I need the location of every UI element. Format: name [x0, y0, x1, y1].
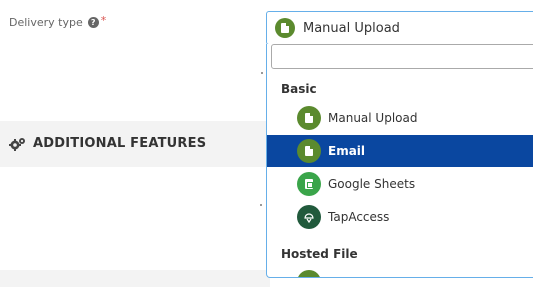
- google-sheets-icon: [297, 172, 321, 196]
- option-tapaccess[interactable]: TapAccess: [267, 201, 533, 233]
- next-section-band: [0, 270, 270, 287]
- delivery-type-select[interactable]: Manual Upload: [266, 11, 533, 45]
- selected-value: Manual Upload: [303, 20, 400, 36]
- hosted-file-icon: [297, 270, 321, 277]
- email-icon: [297, 139, 321, 163]
- group-label-hosted-file: Hosted File: [281, 247, 358, 261]
- option-label: Manual Upload: [328, 111, 418, 125]
- tapaccess-icon: [297, 205, 321, 229]
- delivery-type-text: Delivery type: [9, 16, 83, 29]
- help-icon[interactable]: ?: [87, 17, 99, 28]
- delivery-type-dropdown: Basic Manual Upload Email Google Sheets …: [266, 44, 533, 278]
- required-marker: *: [100, 13, 107, 27]
- option-label: Email: [328, 144, 366, 158]
- option-email[interactable]: Email: [267, 135, 533, 167]
- option-label: TapAccess: [328, 210, 390, 224]
- divider-dot: [260, 204, 262, 206]
- option-manual-upload[interactable]: Manual Upload: [267, 102, 533, 134]
- manual-upload-icon: [297, 106, 321, 130]
- option-google-sheets[interactable]: Google Sheets: [267, 168, 533, 200]
- divider-dot: [261, 72, 263, 74]
- option-hosted-file-partial[interactable]: [267, 266, 533, 277]
- gears-icon: [9, 137, 25, 151]
- option-label: Google Sheets: [328, 177, 416, 191]
- additional-features-header: ADDITIONAL FEATURES: [9, 136, 206, 151]
- section-title: ADDITIONAL FEATURES: [33, 136, 207, 151]
- dropdown-search-input[interactable]: [271, 44, 533, 69]
- delivery-type-label: Delivery type ? *: [9, 13, 107, 30]
- group-label-basic: Basic: [281, 82, 317, 96]
- manual-upload-icon: [275, 18, 295, 38]
